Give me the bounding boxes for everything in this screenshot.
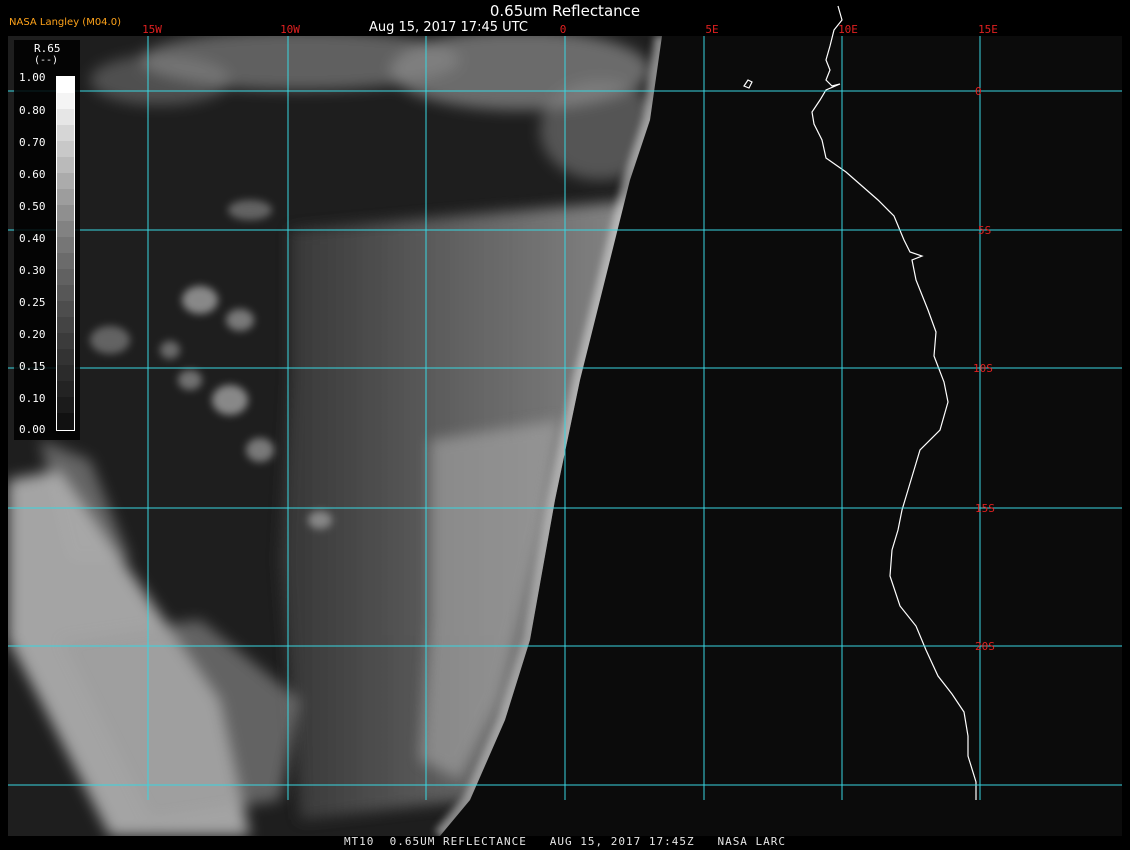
lon-label-0: 0 [560, 23, 567, 36]
lon-label-10w: 10W [280, 23, 300, 36]
lon-label-5e: 5E [705, 23, 718, 36]
footer-caption: MT10 0.65UM REFLECTANCE AUG 15, 2017 17:… [343, 835, 787, 848]
colorbar-variable: R.65 [34, 42, 61, 55]
colorbar-tick: 0.15 [19, 360, 46, 373]
lat-label-15s: 15S [975, 502, 995, 515]
colorbar-tick: 0.40 [19, 232, 46, 245]
lon-label-10e: 10E [838, 23, 858, 36]
colorbar-tick: 0.80 [19, 104, 46, 117]
colorbar-tick: 0.50 [19, 200, 46, 213]
lat-label-5s: 5S [978, 224, 991, 237]
colorbar: 1.00 0.80 0.70 0.60 0.50 0.40 0.30 0.25 … [14, 40, 80, 440]
colorbar-tick: 1.00 [19, 71, 46, 84]
map-title: 0.65um Reflectance [489, 2, 641, 20]
satellite-map: 15W 10W 0 5E 10E 15E 0 5S 10S 15S 20S 1.… [8, 5, 1122, 836]
lat-label-20s: 20S [975, 640, 995, 653]
colorbar-swatches [56, 76, 75, 431]
map-timestamp: Aug 15, 2017 17:45 UTC [369, 20, 528, 35]
colorbar-tick: 0.60 [19, 168, 46, 181]
producer-credit: NASA Langley (M04.0) [9, 17, 121, 28]
colorbar-tick: 0.00 [19, 423, 46, 436]
colorbar-tick: 0.20 [19, 328, 46, 341]
colorbar-tick: 0.70 [19, 136, 46, 149]
colorbar-unit: (--) [34, 55, 59, 66]
lon-label-15e: 15E [978, 23, 998, 36]
colorbar-tick: 0.10 [19, 392, 46, 405]
colorbar-tick: 0.25 [19, 296, 46, 309]
lon-label-15w: 15W [142, 23, 162, 36]
colorbar-tick: 0.30 [19, 264, 46, 277]
lat-label-10s: 10S [973, 362, 993, 375]
lat-label-0: 0 [975, 85, 982, 98]
